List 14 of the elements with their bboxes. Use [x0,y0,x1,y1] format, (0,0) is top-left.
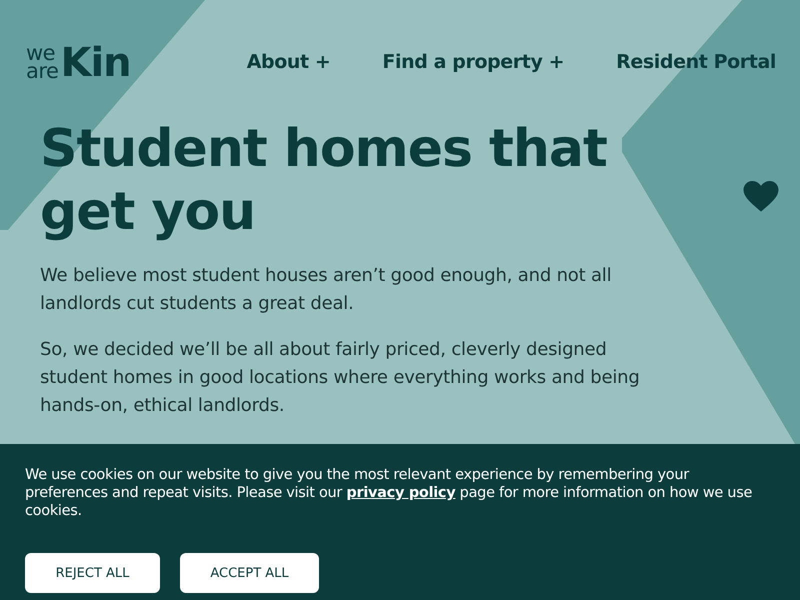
heart-icon [743,181,779,213]
hero-paragraph: We believe most student houses aren’t good enough, and not all landlords cut students a great deal. [40,264,612,316]
nav-link[interactable]: About + [246,51,330,73]
cookie-button[interactable]: REJECT ALL [25,553,160,593]
logo-text: we [26,44,56,62]
cookie-text: We use cookies on our website to give you the most relevant experience by remembering your preferences and repeat visits. Please visit our privacy policy page for more information on how we use cookies. [25,466,754,520]
privacy-policy-link[interactable]: privacy policy [346,485,456,501]
logo-wordmark[interactable]: Kin [60,46,131,80]
nav-link[interactable]: Find a property + [382,51,564,73]
cookie-button[interactable]: ACCEPT ALL [180,553,319,593]
hero-heading: Student homes that get you [40,118,608,244]
hero-paragraph: So, we decided we’ll be all about fairly priced, cleverly designed student homes in good locations where everything works and being hands-on, ethical landlords. [40,338,641,418]
logo-text: are [26,62,58,80]
nav-link[interactable]: Resident Portal [616,51,776,73]
